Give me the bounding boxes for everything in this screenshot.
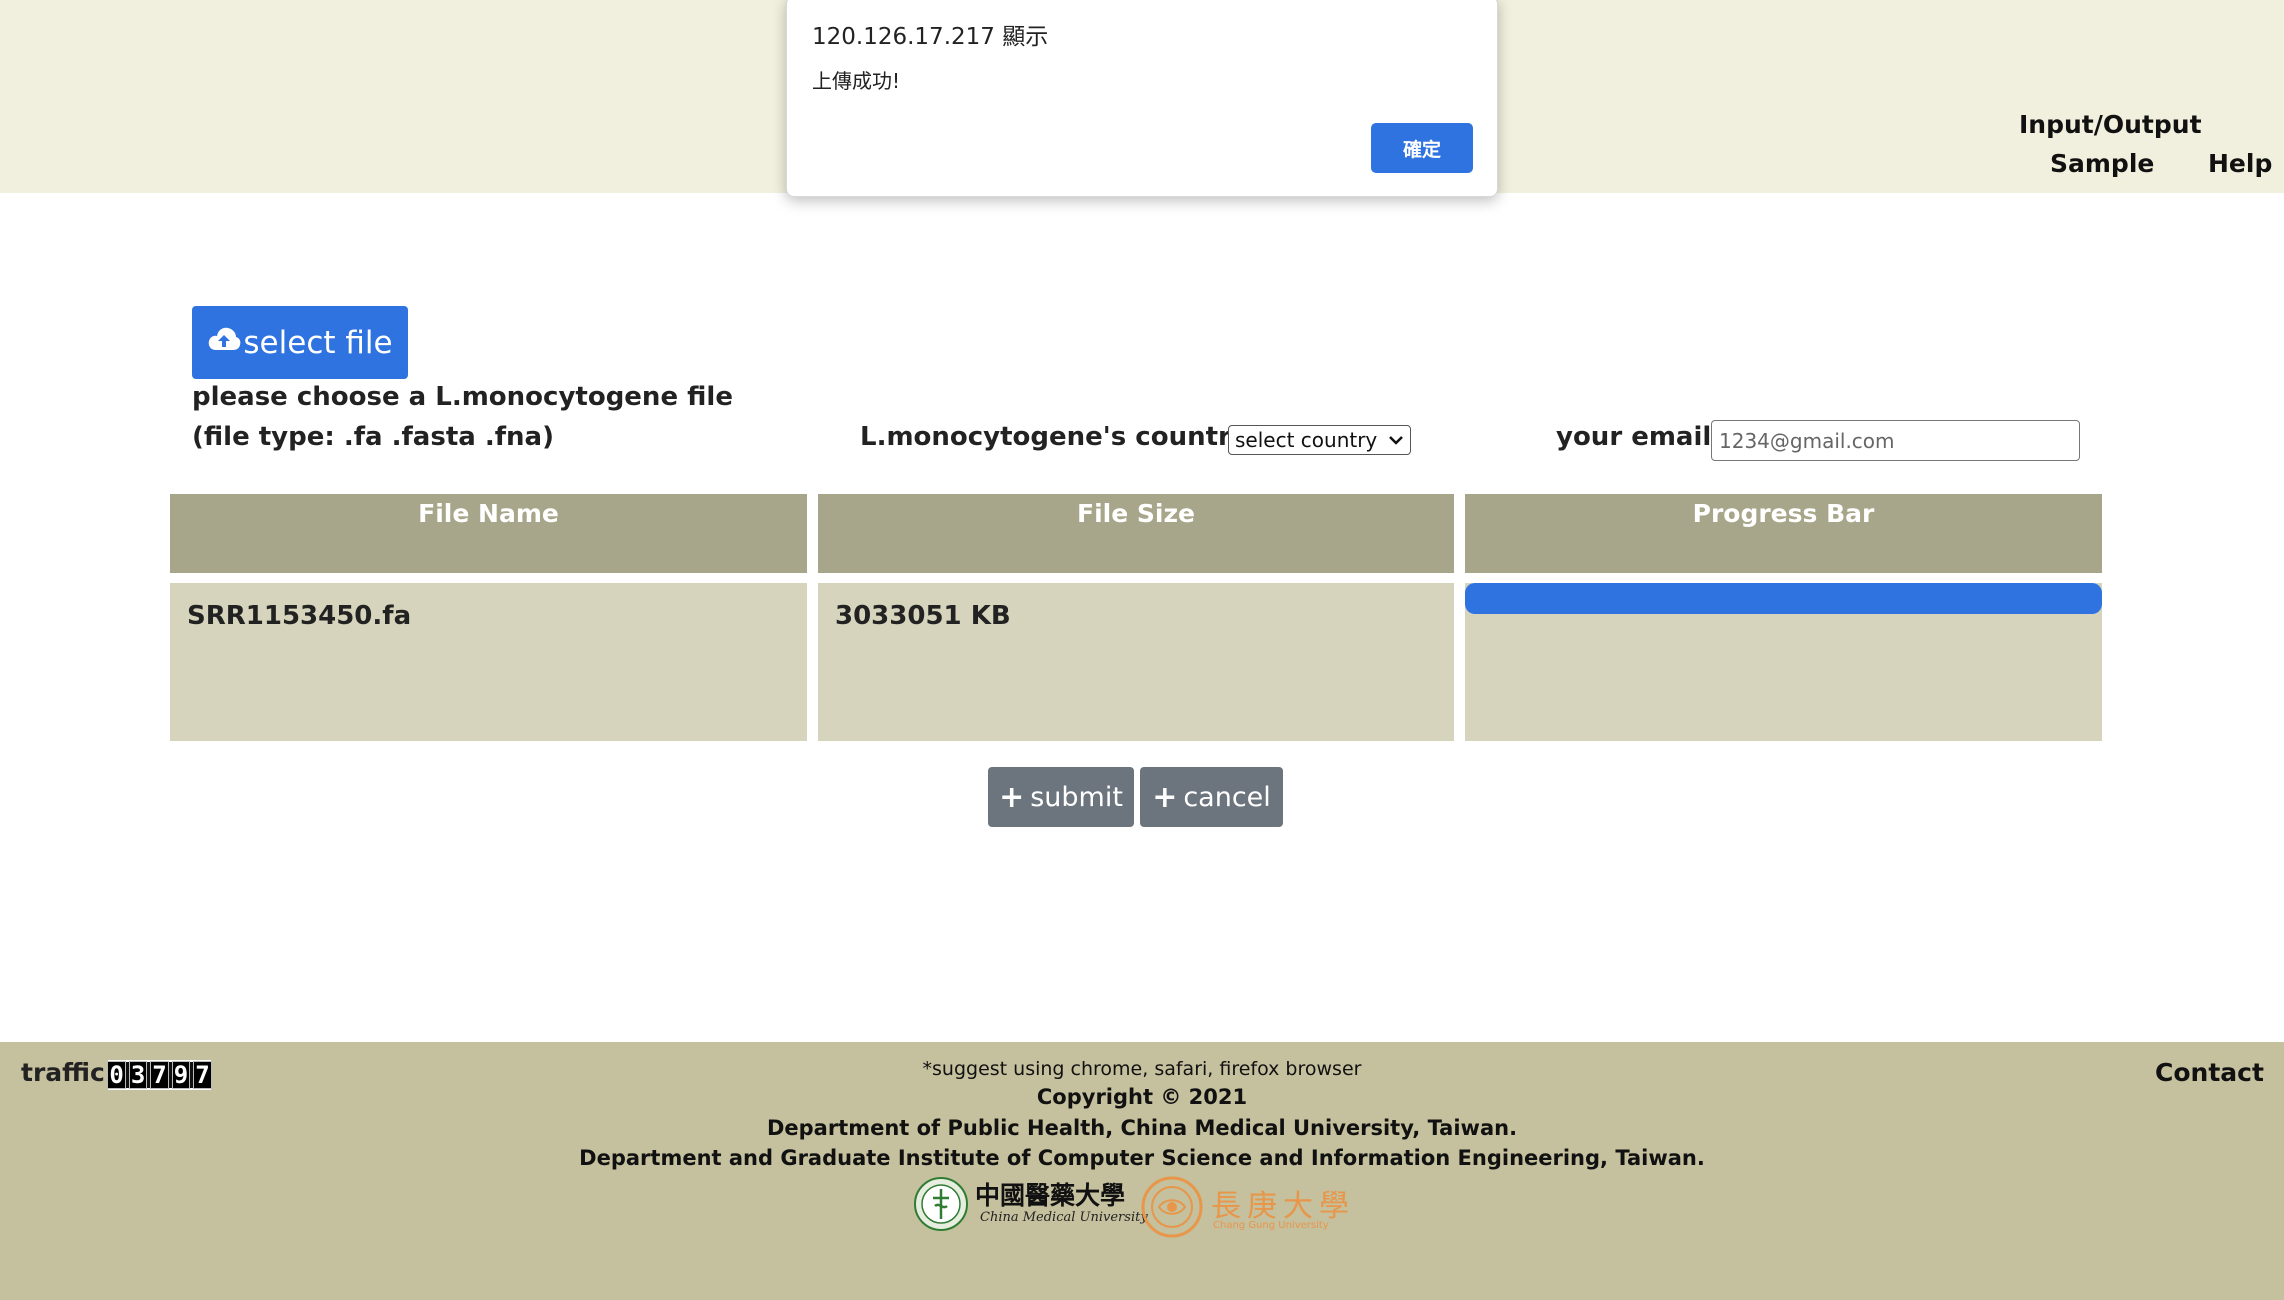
dialog-message: 上傳成功! bbox=[812, 69, 901, 93]
china-medical-university-logo: 中國醫藥大學 China Medical University bbox=[913, 1174, 1148, 1234]
file-instruction: please choose a L.monocytogene file bbox=[192, 382, 733, 412]
nav-help[interactable]: Help bbox=[2208, 149, 2272, 178]
dialog-ok-button[interactable]: 確定 bbox=[1371, 123, 1473, 173]
select-file-label: select file bbox=[243, 324, 393, 361]
cloud-upload-icon bbox=[207, 325, 243, 361]
browser-suggestion: *suggest using chrome, safari, firefox b… bbox=[922, 1058, 1362, 1080]
plus-icon: + bbox=[1152, 779, 1178, 815]
footer bbox=[0, 1042, 2284, 1300]
nav-sample[interactable]: Sample bbox=[2050, 149, 2154, 178]
select-file-button[interactable]: select file bbox=[192, 306, 408, 379]
nav-input-output[interactable]: Input/Output bbox=[2019, 110, 2202, 139]
email-field[interactable]: 1234@gmail.com bbox=[1711, 420, 2080, 461]
progress-bar-fill bbox=[1465, 583, 2102, 614]
plus-icon: + bbox=[999, 779, 1025, 815]
cmu-english-name: China Medical University bbox=[980, 1210, 1148, 1225]
header-progress-bar: Progress Bar bbox=[1465, 494, 2102, 573]
cmu-chinese-name: 中國醫藥大學 bbox=[975, 1181, 1126, 1210]
alert-dialog: 120.126.17.217 顯示 上傳成功! 確定 bbox=[786, 0, 1498, 197]
country-select-value: select country bbox=[1235, 428, 1378, 452]
copyright: Copyright © 2021 bbox=[1036, 1085, 1248, 1109]
chevron-down-icon bbox=[1388, 430, 1404, 454]
dialog-title: 120.126.17.217 顯示 bbox=[812, 24, 1049, 50]
email-label: your email: bbox=[1556, 422, 1722, 452]
file-type-hint: (file type: .fa .fasta .fna) bbox=[192, 422, 554, 452]
header-file-name: File Name bbox=[170, 494, 807, 573]
cgu-chinese-name: 長庚大學 bbox=[1211, 1189, 1355, 1224]
header-file-size: File Size bbox=[818, 494, 1454, 573]
chang-gung-university-logo: 長庚大學 Chang Gung University bbox=[1141, 1176, 1361, 1238]
submit-button[interactable]: + submit bbox=[988, 767, 1134, 827]
country-label: L.monocytogene's country: bbox=[860, 422, 1259, 452]
cancel-label: cancel bbox=[1183, 781, 1271, 813]
department-line-1: Department of Public Health, China Medic… bbox=[766, 1116, 1518, 1140]
cancel-button[interactable]: + cancel bbox=[1140, 767, 1283, 827]
department-line-2: Department and Graduate Institute of Com… bbox=[579, 1146, 1705, 1170]
submit-label: submit bbox=[1030, 781, 1123, 813]
email-placeholder: 1234@gmail.com bbox=[1719, 428, 1895, 453]
cell-file-size: 3033051 KB bbox=[818, 583, 1454, 741]
cgu-english-name: Chang Gung University bbox=[1213, 1220, 1329, 1231]
cell-file-name: SRR1153450.fa bbox=[170, 583, 807, 741]
country-select[interactable]: select country bbox=[1228, 425, 1411, 455]
